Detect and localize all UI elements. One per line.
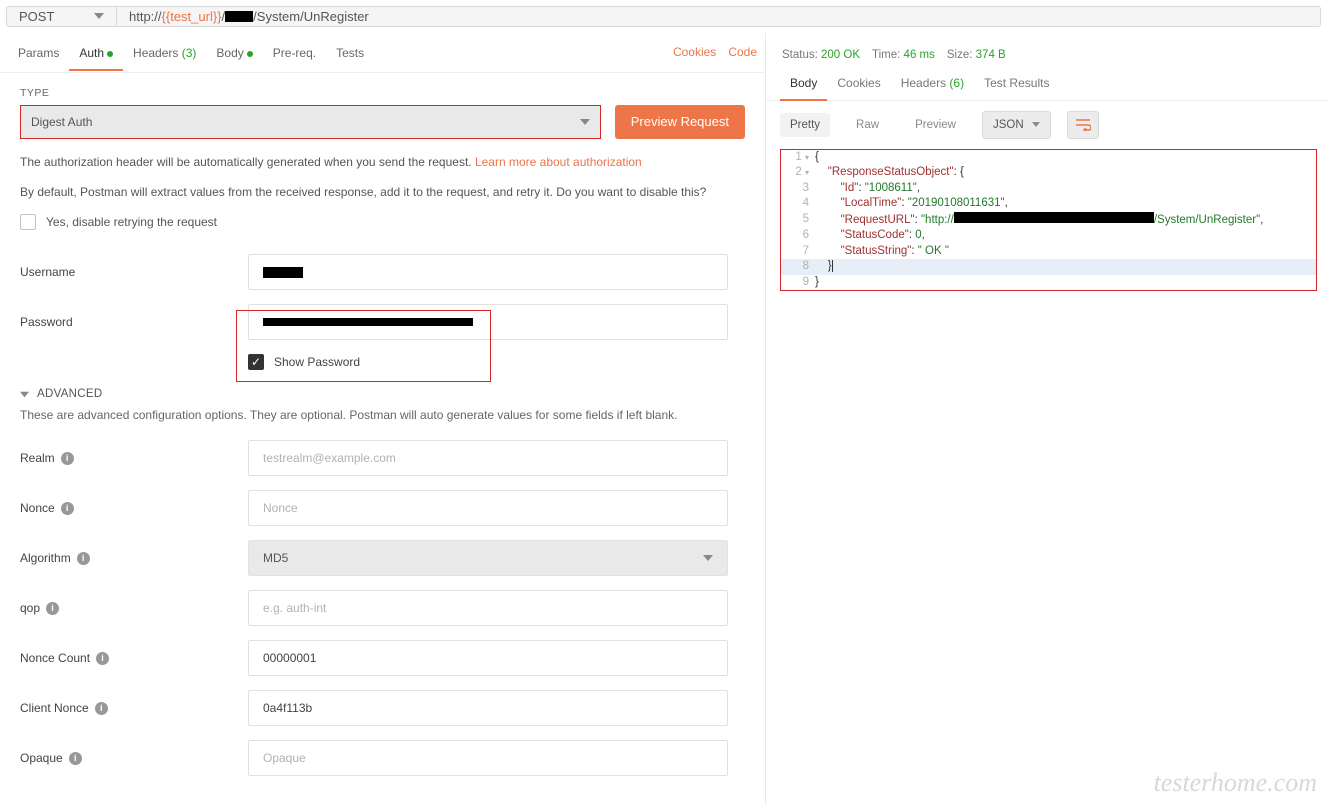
auth-type-select[interactable]: Digest Auth bbox=[20, 105, 601, 139]
watermark: testerhome.com bbox=[1154, 768, 1317, 798]
info-icon[interactable]: i bbox=[77, 552, 90, 565]
view-pretty[interactable]: Pretty bbox=[780, 113, 830, 137]
request-tabs: Params Auth Headers (3) Body Pre-req. Te… bbox=[0, 33, 765, 73]
cookies-link[interactable]: Cookies bbox=[673, 45, 716, 59]
realm-input[interactable] bbox=[248, 440, 728, 476]
qop-label: qop bbox=[20, 601, 40, 615]
redacted-host bbox=[225, 11, 253, 22]
auth-retry-help: By default, Postman will extract values … bbox=[20, 183, 745, 202]
info-icon[interactable]: i bbox=[95, 702, 108, 715]
http-method-label: POST bbox=[19, 9, 54, 24]
response-tabs: Body Cookies Headers (6) Test Results bbox=[766, 67, 1327, 101]
chevron-down-icon bbox=[1032, 122, 1040, 127]
response-size: 374 B bbox=[976, 49, 1006, 61]
chevron-down-icon bbox=[580, 119, 590, 125]
client-nonce-label: Client Nonce bbox=[20, 701, 89, 715]
response-status-line: Status: 200 OK Time: 46 ms Size: 374 B bbox=[766, 33, 1327, 67]
auth-help-text: The authorization header will be automat… bbox=[20, 153, 745, 172]
response-view-row: Pretty Raw Preview JSON bbox=[766, 101, 1327, 149]
auth-status-dot bbox=[107, 51, 113, 57]
algorithm-select[interactable]: MD5 bbox=[248, 540, 728, 576]
info-icon[interactable]: i bbox=[96, 652, 109, 665]
info-icon[interactable]: i bbox=[61, 502, 74, 515]
response-tab-body[interactable]: Body bbox=[780, 66, 827, 100]
info-icon[interactable]: i bbox=[61, 452, 74, 465]
tab-params[interactable]: Params bbox=[8, 34, 69, 70]
nonce-label: Nonce bbox=[20, 501, 55, 515]
realm-label: Realm bbox=[20, 451, 55, 465]
chevron-down-icon bbox=[94, 13, 104, 19]
response-tab-testresults[interactable]: Test Results bbox=[974, 66, 1059, 100]
advanced-description: These are advanced configuration options… bbox=[20, 408, 745, 422]
username-label: Username bbox=[20, 265, 248, 279]
view-raw[interactable]: Raw bbox=[846, 113, 889, 137]
disable-retry-checkbox[interactable] bbox=[20, 214, 36, 230]
code-link[interactable]: Code bbox=[728, 45, 757, 59]
response-time: 46 ms bbox=[904, 49, 935, 61]
info-icon[interactable]: i bbox=[69, 752, 82, 765]
opaque-label: Opaque bbox=[20, 751, 63, 765]
tab-tests[interactable]: Tests bbox=[326, 34, 374, 70]
opaque-input[interactable] bbox=[248, 740, 728, 776]
wrap-lines-button[interactable] bbox=[1067, 111, 1099, 139]
http-method-select[interactable]: POST bbox=[7, 7, 117, 26]
wrap-icon bbox=[1075, 119, 1091, 131]
disable-retry-label: Yes, disable retrying the request bbox=[46, 215, 217, 229]
response-body-json[interactable]: 1 ▾{ 2 ▾ "ResponseStatusObject": { 3 "Id… bbox=[780, 149, 1317, 292]
password-input[interactable] bbox=[248, 304, 728, 340]
advanced-toggle[interactable]: ADVANCED bbox=[20, 388, 745, 400]
url-input[interactable]: http://{{test_url}}//System/UnRegister bbox=[117, 7, 1320, 26]
nonce-input[interactable] bbox=[248, 490, 728, 526]
request-url-bar: POST http://{{test_url}}//System/UnRegis… bbox=[6, 6, 1321, 27]
algorithm-label: Algorithm bbox=[20, 551, 71, 565]
preview-request-button[interactable]: Preview Request bbox=[615, 105, 745, 139]
nonce-count-label: Nonce Count bbox=[20, 651, 90, 665]
nonce-count-input[interactable] bbox=[248, 640, 728, 676]
response-tab-headers[interactable]: Headers (6) bbox=[891, 66, 974, 100]
show-password-checkbox[interactable]: ✓ bbox=[248, 354, 264, 370]
format-select[interactable]: JSON bbox=[982, 111, 1051, 139]
username-input[interactable] bbox=[248, 254, 728, 290]
type-heading: TYPE bbox=[20, 87, 745, 99]
learn-more-link[interactable]: Learn more about authorization bbox=[475, 155, 642, 169]
chevron-down-icon bbox=[703, 555, 713, 561]
tab-prereq[interactable]: Pre-req. bbox=[263, 34, 326, 70]
chevron-down-icon bbox=[20, 390, 29, 399]
info-icon[interactable]: i bbox=[46, 602, 59, 615]
status-code: 200 OK bbox=[821, 49, 860, 61]
client-nonce-input[interactable] bbox=[248, 690, 728, 726]
qop-input[interactable] bbox=[248, 590, 728, 626]
redacted-host bbox=[954, 212, 1154, 223]
show-password-label: Show Password bbox=[274, 355, 360, 369]
auth-panel: TYPE Digest Auth Preview Request The aut… bbox=[0, 73, 765, 804]
body-status-dot bbox=[247, 51, 253, 57]
response-tab-cookies[interactable]: Cookies bbox=[827, 66, 890, 100]
password-label: Password bbox=[20, 315, 248, 329]
tab-headers[interactable]: Headers (3) bbox=[123, 34, 206, 70]
tab-auth[interactable]: Auth bbox=[69, 34, 123, 70]
view-preview[interactable]: Preview bbox=[905, 113, 966, 137]
tab-body[interactable]: Body bbox=[206, 34, 262, 70]
